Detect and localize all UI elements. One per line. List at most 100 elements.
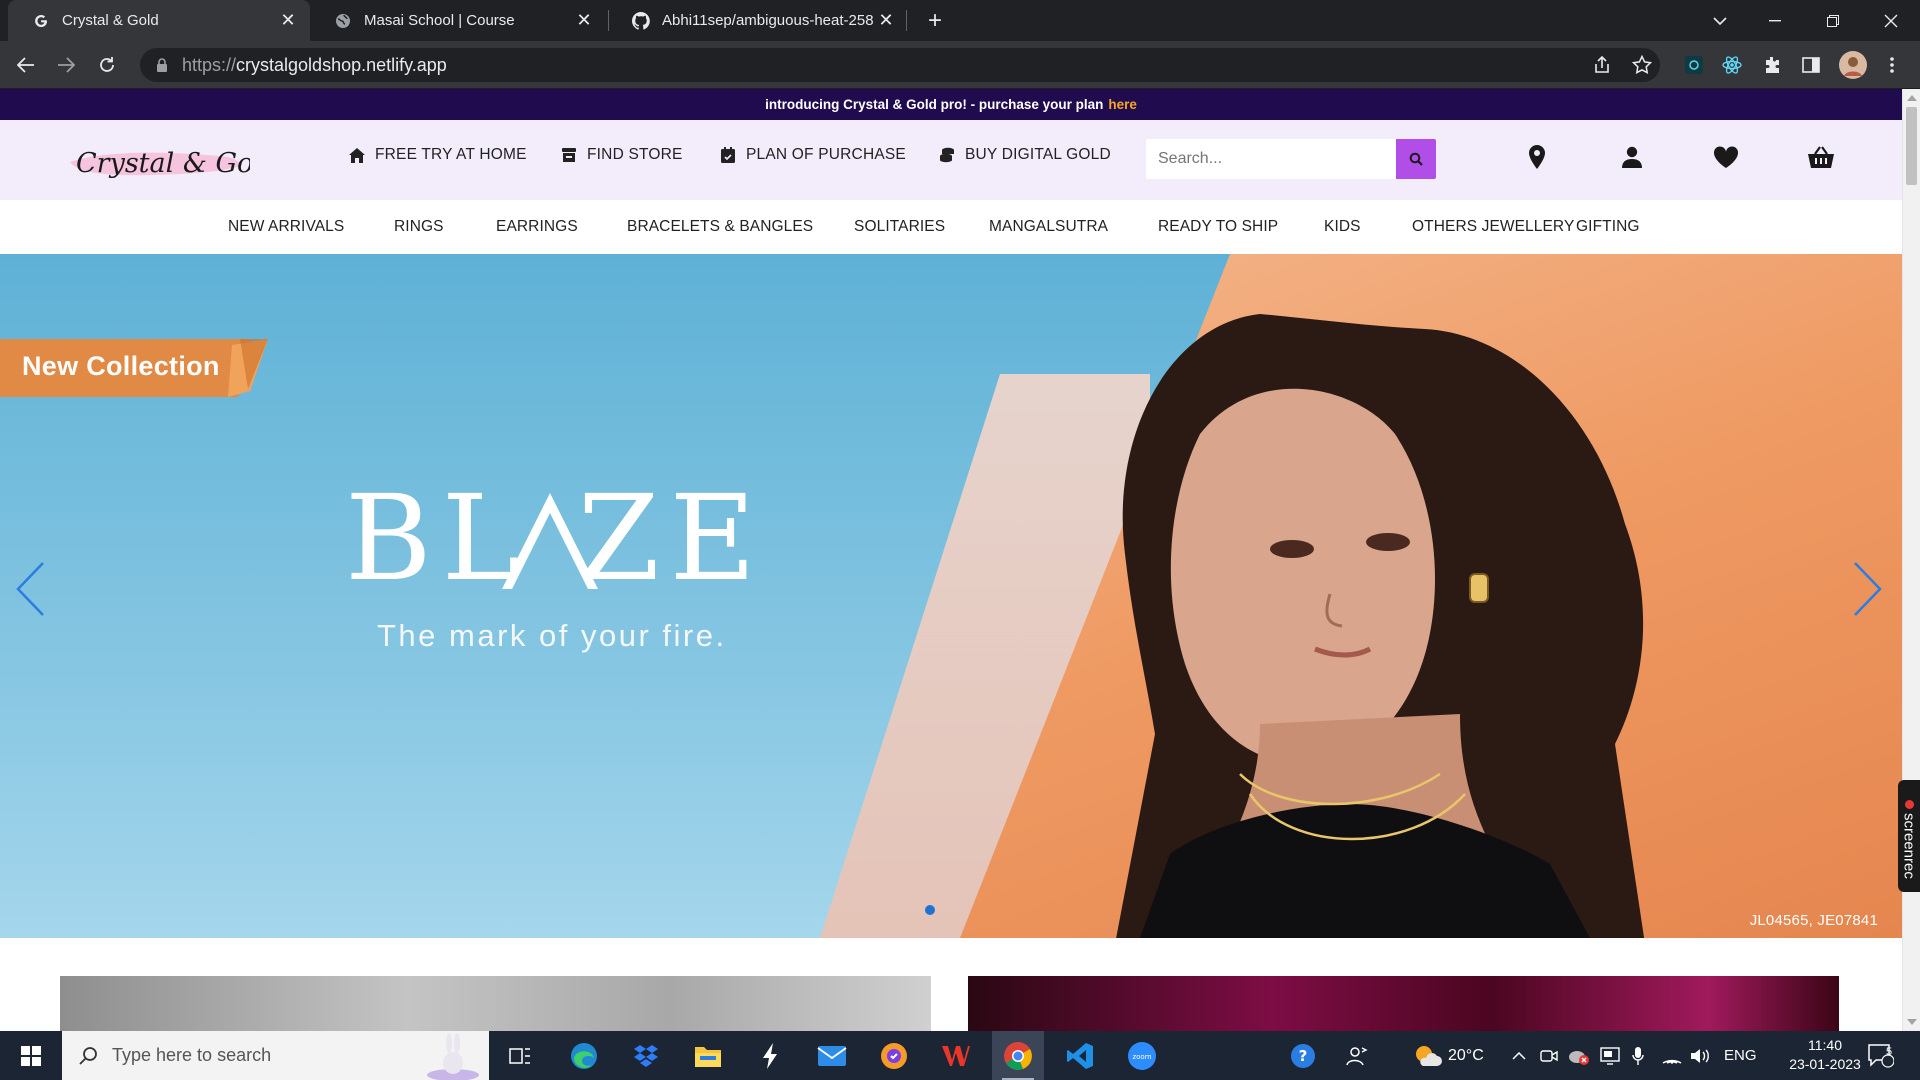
nav-buy-digital-gold[interactable]: BUY DIGITAL GOLD: [938, 146, 1111, 164]
new-tab-button[interactable]: +: [921, 7, 949, 35]
tab-crystal-gold[interactable]: Crystal & Gold ✕: [8, 0, 310, 41]
browser-tab-strip: Crystal & Gold ✕ Masai School | Course ✕…: [0, 0, 1920, 41]
heart-icon[interactable]: [1711, 142, 1741, 172]
tab-title: Abhi11sep/ambiguous-heat-258: [662, 12, 874, 29]
close-tab-icon[interactable]: ✕: [278, 10, 298, 31]
weather-widget[interactable]: 20°C: [1414, 1031, 1484, 1080]
category-bracelets-bangles[interactable]: BRACELETS & BANGLES: [627, 218, 813, 236]
carousel-prev-arrow[interactable]: [10, 559, 50, 619]
minimize-button[interactable]: [1750, 0, 1800, 41]
zoom-icon[interactable]: zoom: [1116, 1031, 1168, 1080]
announcement-link[interactable]: here: [1108, 97, 1137, 112]
promo-card-right[interactable]: [968, 976, 1839, 1031]
scroll-up-arrow[interactable]: [1907, 95, 1917, 101]
announcement-bar: introducing Crystal & Gold pro! - purcha…: [0, 89, 1902, 120]
screenrec-side-tab[interactable]: screenrec: [1898, 780, 1920, 892]
file-explorer-icon[interactable]: [682, 1031, 734, 1080]
language-indicator[interactable]: ENG: [1724, 1031, 1757, 1080]
people-icon[interactable]: [1346, 1031, 1368, 1080]
category-solitaries[interactable]: SOLITARIES: [854, 218, 945, 236]
vscode-icon[interactable]: [1054, 1031, 1106, 1080]
taskbar-search-input[interactable]: [112, 1045, 412, 1066]
profile-avatar[interactable]: [1839, 51, 1867, 79]
share-icon[interactable]: [1588, 51, 1616, 79]
extensions-puzzle-icon[interactable]: [1758, 51, 1786, 79]
show-hidden-icons-chevron-icon[interactable]: [1512, 1031, 1526, 1080]
task-view-icon[interactable]: [494, 1031, 546, 1080]
basket-icon[interactable]: [1806, 142, 1836, 172]
category-kids[interactable]: KIDS: [1324, 218, 1361, 236]
hero-tagline: The mark of your fire.: [377, 618, 727, 653]
extension-grid-icon[interactable]: [1680, 51, 1708, 79]
promo-card-left[interactable]: [60, 976, 931, 1031]
category-others-jewellery[interactable]: OTHERS JEWELLERY: [1412, 218, 1574, 236]
category-rings[interactable]: RINGS: [394, 218, 444, 236]
tab-github[interactable]: Abhi11sep/ambiguous-heat-258 ✕: [608, 0, 908, 41]
user-icon[interactable]: [1617, 142, 1647, 172]
back-button[interactable]: [12, 51, 40, 79]
weather-temp: 20°C: [1448, 1046, 1484, 1064]
tab-masai-school[interactable]: Masai School | Course ✕: [310, 0, 606, 41]
forward-button[interactable]: [52, 51, 80, 79]
search-button[interactable]: [1396, 139, 1436, 179]
close-tab-icon[interactable]: ✕: [574, 10, 594, 31]
brand-logo[interactable]: Crystal & Gold: [66, 136, 279, 184]
taskbar-clock[interactable]: 11:40 23-01-2023: [1785, 1036, 1865, 1074]
store-icon: [560, 146, 578, 164]
nav-free-try-at-home[interactable]: FREE TRY AT HOME: [348, 146, 527, 164]
notification-count: 5: [1885, 1046, 1893, 1058]
network-warning-icon[interactable]: [1568, 1031, 1590, 1080]
edge-browser-icon[interactable]: [558, 1031, 610, 1080]
nav-plan-of-purchase[interactable]: PLAN OF PURCHASE: [719, 146, 906, 164]
category-new-arrivals[interactable]: NEW ARRIVALS: [228, 218, 344, 236]
side-panel-icon[interactable]: [1797, 51, 1825, 79]
address-bar[interactable]: https://crystalgoldshop.netlify.app: [140, 48, 1660, 82]
carousel-next-arrow[interactable]: [1848, 559, 1888, 619]
volume-icon[interactable]: [1690, 1031, 1712, 1080]
microphone-icon[interactable]: [1632, 1031, 1644, 1080]
chevron-left-icon: [16, 562, 44, 616]
bookmark-star-icon[interactable]: [1628, 51, 1656, 79]
hero-carousel: New Collection BL ZE The mark of your fi…: [0, 254, 1902, 938]
google-g-icon: [32, 12, 50, 30]
shield-browser-icon[interactable]: [868, 1031, 920, 1080]
restore-button[interactable]: [1808, 0, 1858, 41]
taskbar-search[interactable]: [62, 1031, 489, 1080]
wifi-icon[interactable]: [1662, 1031, 1682, 1080]
weather-sun-cloud-icon: [1416, 1045, 1442, 1066]
mail-icon[interactable]: [806, 1031, 858, 1080]
nav-find-store[interactable]: FIND STORE: [560, 146, 683, 164]
dropbox-icon[interactable]: [620, 1031, 672, 1080]
meet-now-icon[interactable]: [1540, 1031, 1558, 1080]
category-ready-to-ship[interactable]: READY TO SHIP: [1158, 218, 1278, 236]
location-pin-icon[interactable]: [1522, 142, 1552, 172]
tab-search-button[interactable]: [1695, 0, 1745, 41]
scroll-down-arrow[interactable]: [1907, 1019, 1917, 1025]
tab-divider: [906, 10, 907, 31]
wps-office-icon[interactable]: [930, 1031, 982, 1080]
github-icon: [632, 11, 650, 30]
help-icon[interactable]: ?: [1290, 1031, 1316, 1080]
display-icon[interactable]: [1600, 1031, 1620, 1080]
close-window-button[interactable]: [1866, 0, 1916, 41]
record-dot-icon: [1904, 799, 1914, 809]
windows-start-button[interactable]: [10, 1031, 52, 1080]
carousel-dot-active[interactable]: [925, 905, 935, 915]
category-earrings[interactable]: EARRINGS: [496, 218, 578, 236]
reload-button[interactable]: [93, 51, 121, 79]
chrome-taskbar-icon[interactable]: [992, 1031, 1044, 1080]
react-devtools-icon[interactable]: [1718, 51, 1746, 79]
tab-title: Crystal & Gold: [62, 12, 159, 29]
search-input[interactable]: [1146, 139, 1396, 179]
main-header: Crystal & Gold FREE TRY AT HOME FIND STO…: [0, 120, 1902, 200]
svg-text:zoom: zoom: [1132, 1053, 1151, 1061]
lightning-app-icon[interactable]: [744, 1031, 796, 1080]
scrollbar-thumb[interactable]: [1906, 107, 1917, 185]
category-gifting[interactable]: GIFTING: [1576, 218, 1640, 236]
close-tab-icon[interactable]: ✕: [876, 10, 896, 31]
ribbon-label: New Collection: [22, 351, 220, 381]
chrome-menu-icon[interactable]: [1878, 51, 1906, 79]
category-mangalsutra[interactable]: MANGALSUTRA: [989, 218, 1108, 236]
coins-icon: [938, 146, 956, 164]
notification-center-icon[interactable]: 5: [1868, 1031, 1894, 1080]
